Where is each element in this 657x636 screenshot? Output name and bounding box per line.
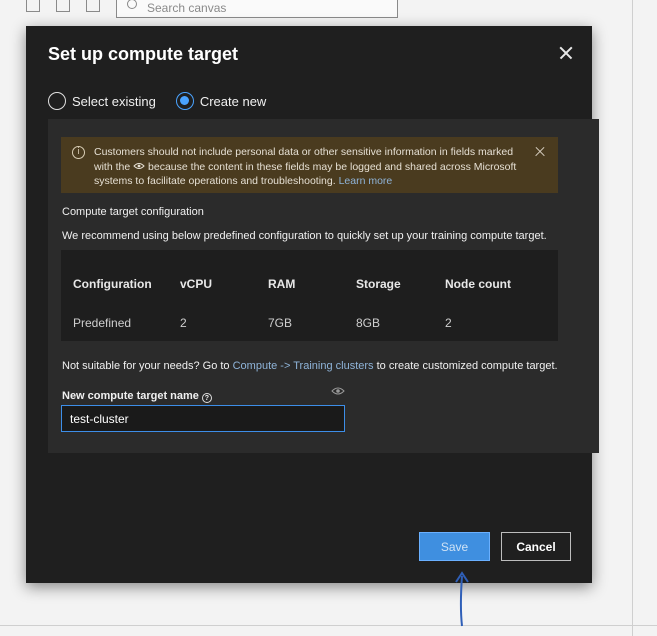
save-button[interactable]: Save (419, 532, 490, 561)
warning-text-part2: because the content in these fields may … (94, 160, 517, 188)
table-cell: 8GB (356, 316, 381, 330)
dismiss-warning-icon[interactable] (533, 145, 547, 159)
table-cell: 2 (445, 316, 452, 330)
compute-mode-radio-group: Select existing Create new (48, 91, 286, 111)
dialog-title: Set up compute target (48, 44, 239, 64)
compute-name-label-text: New compute target name (62, 390, 199, 402)
background-toolbar: Search canvas (0, 0, 657, 20)
radio-label: Create new (199, 93, 267, 109)
table-header-ram: RAM (268, 277, 296, 291)
radio-create-new[interactable]: Create new (175, 92, 267, 110)
toolbar-tool-icon[interactable] (26, 0, 40, 12)
search-icon (127, 0, 137, 9)
compute-name-input[interactable] (61, 405, 345, 432)
learn-more-link[interactable]: Learn more (339, 175, 393, 187)
help-icon[interactable]: ? (201, 393, 212, 403)
table-cell: 2 (180, 316, 187, 330)
privacy-warning-banner: i Customers should not include personal … (61, 137, 558, 193)
eye-icon (331, 387, 345, 395)
background-divider (0, 625, 657, 626)
table-header-vcpu: vCPU (180, 277, 213, 291)
table-header-configuration: Configuration (73, 277, 152, 291)
canvas-search-input[interactable]: Search canvas (116, 0, 398, 18)
create-new-panel: i Customers should not include personal … (48, 119, 599, 453)
toolbar-tool-icon[interactable] (86, 0, 100, 12)
not-suitable-prefix: Not suitable for your needs? Go to (62, 360, 230, 372)
not-suitable-suffix: to create customized compute target. (376, 360, 558, 372)
radio-select-existing[interactable]: Select existing (48, 92, 156, 110)
section-title: Compute target configuration (62, 206, 204, 218)
table-cell: Predefined (73, 316, 132, 330)
toolbar-tool-icon[interactable] (56, 0, 70, 12)
radio-button[interactable] (48, 92, 66, 110)
training-clusters-link[interactable]: Compute -> Training clusters (233, 360, 374, 372)
table-header-storage: Storage (356, 277, 401, 291)
config-table: Configuration vCPU RAM Storage Node coun… (61, 250, 558, 341)
recommend-text: We recommend using below predefined conf… (62, 230, 547, 242)
background-divider (632, 0, 633, 636)
not-suitable-text: Not suitable for your needs? Go to Compu… (62, 360, 558, 372)
info-icon: i (72, 146, 85, 159)
table-header-node-count: Node count (445, 277, 511, 291)
canvas-search-placeholder: Search canvas (147, 1, 227, 15)
radio-button[interactable] (175, 92, 194, 110)
radio-label: Select existing (72, 93, 156, 109)
setup-compute-dialog: Set up compute target Select existing Cr… (26, 26, 599, 583)
annotation-arrow-icon (455, 571, 469, 627)
cancel-button[interactable]: Cancel (501, 532, 571, 561)
warning-text: Customers should not include personal da… (94, 145, 522, 189)
eye-icon (133, 162, 145, 169)
close-icon[interactable] (555, 42, 577, 64)
compute-name-label: New compute target name? (62, 390, 212, 403)
table-cell: 7GB (268, 316, 293, 330)
